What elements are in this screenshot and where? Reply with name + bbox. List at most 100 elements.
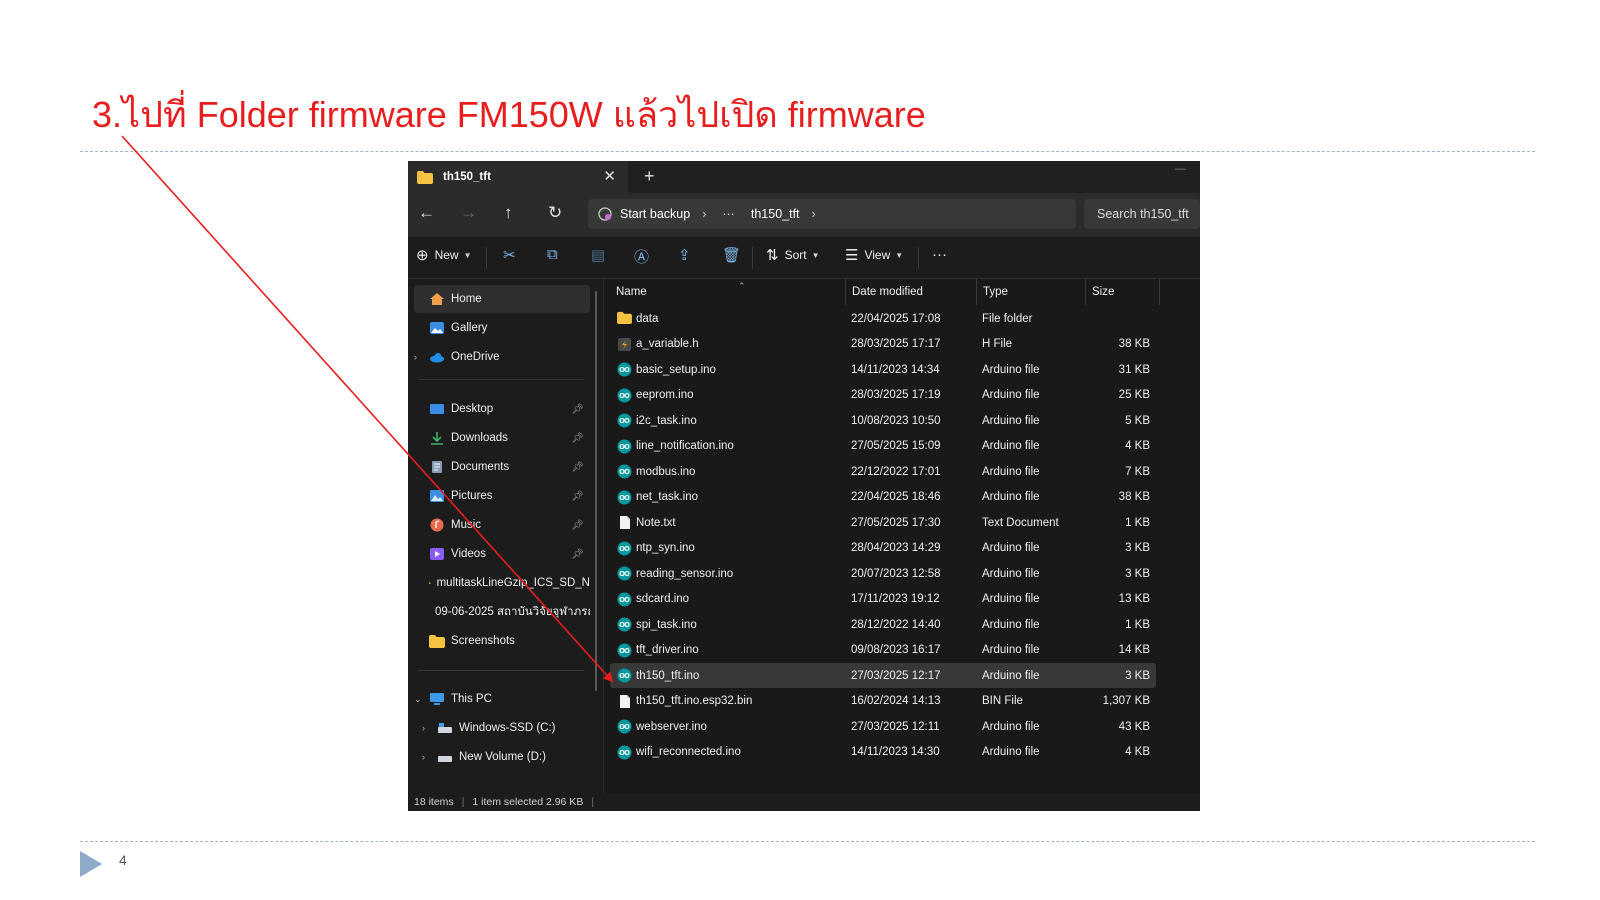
chevron-right-icon[interactable]: › (414, 352, 417, 362)
file-date: 27/03/2025 12:17 (851, 669, 941, 682)
breadcrumb-current[interactable]: th150_tft (751, 207, 800, 221)
address-bar[interactable]: Start backup › ··· th150_tft › (588, 199, 1076, 229)
file-row[interactable]: i2c_task.ino 10/08/2023 10:50 Arduino file… (610, 408, 1156, 433)
file-row[interactable]: wifi_reconnected.ino 14/11/2023 14:30 Ardu… (610, 740, 1156, 765)
rename-icon[interactable]: Ⓐ (634, 246, 649, 267)
chevron-down-icon: ▼ (895, 250, 904, 260)
file-size: 3 KB (1125, 567, 1150, 580)
sidebar-item-gallery[interactable]: Gallery (414, 314, 590, 342)
sidebar-item-drive-d[interactable]: › New Volume (D:) (414, 743, 590, 771)
file-type: Arduino file (982, 363, 1040, 376)
copy-icon[interactable]: ⧉ (547, 246, 558, 263)
cut-icon[interactable]: ✂ (503, 246, 516, 264)
file-name: webserver.ino (636, 720, 707, 733)
file-size: 3 KB (1125, 542, 1150, 554)
back-arrow-icon[interactable]: ← (418, 203, 435, 223)
file-explorer-window: th150_tft ✕ + — ← → ↑ ↻ Start backup › ·… (408, 161, 1200, 811)
refresh-icon[interactable]: ↻ (548, 203, 562, 223)
new-button[interactable]: ⊕ New ▼ (416, 246, 472, 264)
sidebar-item-multitask-folder[interactable]: multitaskLineGzip_ICS_SD_N (414, 569, 590, 597)
sidebar-item-label: Documents (451, 461, 510, 473)
documents-icon (432, 461, 442, 473)
chevron-right-icon[interactable]: › (422, 723, 425, 733)
column-header-size[interactable]: Size (1086, 279, 1160, 305)
status-bar: 18 items | 1 item selected 2.96 KB | (408, 793, 1200, 811)
slide-title: 3.ไปที่ Folder firmware FM150W แล้วไปเปิ… (92, 94, 926, 135)
pin-icon[interactable]: 📌︎ (571, 462, 584, 473)
file-row[interactable]: line_notification.ino 27/05/2025 15:09 Ard… (610, 434, 1156, 459)
arduino-file-icon (617, 719, 632, 734)
up-arrow-icon[interactable]: ↑ (504, 203, 513, 223)
file-row[interactable]: eeprom.ino 28/03/2025 17:19 Arduino file 25… (610, 383, 1156, 408)
close-tab-icon[interactable]: ✕ (603, 167, 616, 185)
file-row[interactable]: reading_sensor.ino 20/07/2023 12:58 Arduin… (610, 561, 1156, 586)
chevron-down-icon[interactable]: ⌄ (414, 694, 422, 705)
file-row[interactable]: Note.txt 27/05/2025 17:30 Text Document 1 K… (610, 510, 1156, 535)
document-icon (617, 515, 632, 530)
sidebar-item-desktop[interactable]: Desktop 📌︎ (414, 395, 590, 423)
toolbar-separator (486, 247, 487, 269)
file-date: 14/11/2023 14:34 (851, 363, 940, 376)
breadcrumb-start-backup[interactable]: Start backup (620, 207, 690, 221)
file-row[interactable]: basic_setup.ino 14/11/2023 14:34 Arduino f… (610, 357, 1156, 382)
sidebar-item-label: Music (451, 519, 482, 531)
pin-icon[interactable]: 📌︎ (571, 520, 584, 531)
file-row[interactable]: net_task.ino 22/04/2025 18:46 Arduino file… (610, 485, 1156, 510)
file-row[interactable]: modbus.ino 22/12/2022 17:01 Arduino file 7 … (610, 459, 1156, 484)
new-tab-icon[interactable]: + (644, 166, 655, 187)
file-date: 16/02/2024 14:13 (851, 695, 941, 707)
top-divider (80, 151, 1535, 152)
file-type: Arduino file (982, 491, 1040, 503)
command-bar: ⊕ New ▼ ✂ ⧉ ▤ Ⓐ ⇪ 🗑 ⇅ Sort ▼ ☰ View ▼ ··… (408, 237, 1200, 279)
minimize-icon[interactable]: — (1175, 163, 1186, 175)
toolbar-separator (918, 247, 919, 269)
breadcrumb-ellipsis[interactable]: ··· (722, 207, 735, 221)
sidebar-item-drive-c[interactable]: › Windows-SSD (C:) (414, 714, 590, 742)
file-row[interactable]: webserver.ino 27/03/2025 12:11 Arduino fil… (610, 714, 1156, 739)
file-row[interactable]: th150_tft.ino 27/03/2025 12:17 Arduino fil… (610, 663, 1156, 688)
file-row[interactable]: ntp_syn.ino 28/04/2023 14:29 Arduino file 3… (610, 536, 1156, 561)
tab-th150-tft[interactable]: th150_tft ✕ (408, 161, 628, 193)
file-row[interactable]: data 22/04/2025 17:08 File folder (610, 306, 1156, 331)
downloads-icon (431, 432, 443, 445)
pin-icon[interactable]: 📌︎ (571, 491, 584, 502)
pin-icon[interactable]: 📌︎ (571, 433, 584, 444)
chevron-right-icon: › (811, 207, 816, 221)
file-row[interactable]: spi_task.ino 28/12/2022 14:40 Arduino file… (610, 612, 1156, 637)
sidebar-item-videos[interactable]: Videos 📌︎ (414, 540, 590, 568)
file-row[interactable]: th150_tft.ino.esp32.bin 16/02/2024 14:13 B… (610, 689, 1156, 714)
sidebar-item-music[interactable]: Music 📌︎ (414, 511, 590, 539)
sidebar-item-documents[interactable]: Documents 📌︎ (414, 453, 590, 481)
file-date: 22/12/2022 17:01 (851, 465, 941, 478)
sidebar-item-this-pc[interactable]: ⌄ This PC (414, 685, 590, 713)
pin-icon[interactable]: 📌︎ (571, 404, 584, 415)
sort-button[interactable]: ⇅ Sort ▼ (766, 246, 820, 264)
column-header-type[interactable]: Type (977, 279, 1086, 305)
share-icon[interactable]: ⇪ (678, 246, 691, 264)
paste-icon[interactable]: ▤ (591, 246, 605, 264)
file-row[interactable]: sdcard.ino 17/11/2023 19:12 Arduino file 13… (610, 587, 1156, 612)
more-options-icon[interactable]: ··· (932, 246, 947, 263)
view-button[interactable]: ☰ View ▼ (845, 246, 903, 264)
pc-icon (430, 693, 444, 705)
file-row[interactable]: tft_driver.ino 09/08/2023 16:17 Arduino fi… (610, 638, 1156, 663)
pin-icon[interactable]: 📌︎ (571, 549, 584, 560)
sidebar-item-label: Gallery (451, 322, 488, 334)
sidebar-item-pictures[interactable]: Pictures 📌︎ (414, 482, 590, 510)
sidebar-item-home[interactable]: Home (414, 285, 590, 313)
sidebar-item-downloads[interactable]: Downloads 📌︎ (414, 424, 590, 452)
file-row[interactable]: a_variable.h 28/03/2025 17:17 H File 38 KB (610, 332, 1156, 357)
sidebar-scrollbar[interactable] (595, 291, 597, 691)
forward-arrow-icon[interactable]: → (460, 203, 477, 223)
sidebar-item-dated-folder[interactable]: 09-06-2025 สถาบันวิจัยจุฬาภรณ์ (414, 598, 590, 626)
desktop-icon (430, 404, 444, 414)
column-header-date[interactable]: Date modified (846, 279, 977, 305)
sidebar-item-onedrive[interactable]: › OneDrive (414, 343, 590, 371)
sidebar-item-screenshots[interactable]: Screenshots (414, 627, 590, 655)
sidebar-item-label: Home (451, 293, 482, 305)
file-list: Name ⌃ Date modified Type Size data 22/04… (604, 279, 1200, 793)
column-header-name[interactable]: Name ⌃ (610, 279, 846, 305)
search-input[interactable]: Search th150_tft (1084, 199, 1200, 229)
chevron-right-icon[interactable]: › (422, 752, 425, 762)
delete-icon[interactable]: 🗑 (722, 246, 741, 264)
